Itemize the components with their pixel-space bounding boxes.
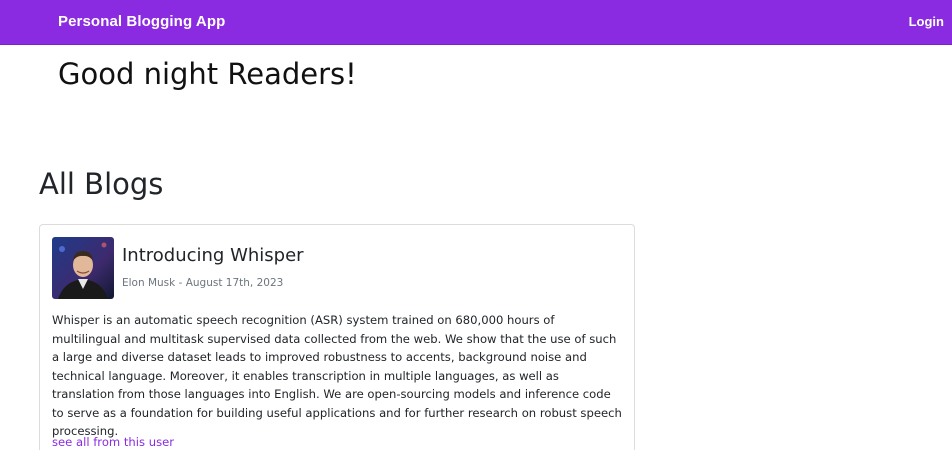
login-link[interactable]: Login: [909, 14, 944, 29]
blog-body: Whisper is an automatic speech recogniti…: [52, 313, 622, 438]
see-all-user-link[interactable]: see all from this user: [52, 435, 174, 449]
author-avatar: [52, 237, 114, 299]
app-brand[interactable]: Personal Blogging App: [58, 13, 225, 30]
author-photo-icon: [52, 237, 114, 299]
greeting-heading: Good night Readers!: [58, 57, 357, 91]
blog-card: Introducing Whisper Elon Musk - August 1…: [39, 224, 635, 450]
blog-title[interactable]: Introducing Whisper: [122, 245, 304, 266]
blog-meta: Elon Musk - August 17th, 2023: [122, 277, 284, 289]
top-navbar: Personal Blogging App Login: [0, 0, 952, 45]
all-blogs-heading: All Blogs: [39, 167, 164, 201]
